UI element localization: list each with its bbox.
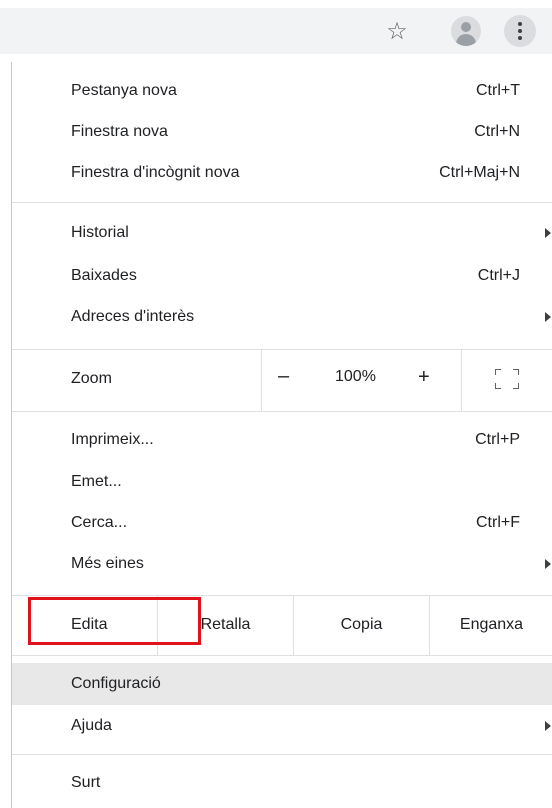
star-icon[interactable]: ☆ xyxy=(380,14,414,48)
menu-item-exit[interactable]: Surt xyxy=(12,762,552,804)
menu-item-settings[interactable]: Configuració xyxy=(12,663,552,705)
menu-separator xyxy=(12,655,552,656)
zoom-divider xyxy=(461,349,462,411)
zoom-divider xyxy=(261,349,262,411)
menu-item-find[interactable]: Cerca... Ctrl+F xyxy=(12,502,552,544)
cut-button[interactable]: Retalla xyxy=(158,595,293,655)
menu-separator xyxy=(12,202,552,203)
menu-item-incognito[interactable]: Finestra d'incògnit nova Ctrl+Maj+N xyxy=(12,152,552,194)
menu-item-shortcut: Ctrl+J xyxy=(477,267,520,284)
browser-toolbar: ☆ xyxy=(0,0,552,62)
edit-label: Edita xyxy=(71,616,108,633)
submenu-arrow-icon xyxy=(545,559,551,569)
menu-item-downloads[interactable]: Baixades Ctrl+J xyxy=(12,255,552,297)
menu-item-label: Finestra d'incògnit nova xyxy=(71,164,240,181)
menu-item-print[interactable]: Imprimeix... Ctrl+P xyxy=(12,419,552,461)
menu-item-label: Emet... xyxy=(71,473,122,490)
menu-item-new-window[interactable]: Finestra nova Ctrl+N xyxy=(12,111,552,153)
submenu-arrow-icon xyxy=(545,312,551,322)
fullscreen-icon[interactable] xyxy=(495,369,519,389)
menu-item-shortcut: Ctrl+F xyxy=(476,514,520,531)
zoom-out-button[interactable]: – xyxy=(278,365,289,388)
submenu-arrow-icon xyxy=(545,228,551,238)
menu-item-history[interactable]: Historial xyxy=(12,212,552,254)
menu-item-bookmarks[interactable]: Adreces d'interès xyxy=(12,296,552,338)
menu-item-label: Baixades xyxy=(71,267,137,284)
menu-separator xyxy=(12,754,552,755)
menu-item-label: Imprimeix... xyxy=(71,431,154,448)
menu-item-new-tab[interactable]: Pestanya nova Ctrl+T xyxy=(12,70,552,112)
submenu-arrow-icon xyxy=(545,721,551,731)
paste-button[interactable]: Enganxa xyxy=(430,595,552,655)
menu-item-shortcut: Ctrl+P xyxy=(475,431,520,448)
menu-item-label: Historial xyxy=(71,224,129,241)
menu-item-shortcut: Ctrl+Maj+N xyxy=(439,164,520,181)
menu-item-label: Surt xyxy=(71,774,101,791)
menu-item-cast[interactable]: Emet... xyxy=(12,461,552,503)
chrome-main-menu: Pestanya nova Ctrl+T Finestra nova Ctrl+… xyxy=(11,62,552,808)
menu-item-label: Ajuda xyxy=(71,717,112,734)
menu-item-label: Finestra nova xyxy=(71,123,168,140)
menu-separator xyxy=(12,411,552,412)
avatar-icon[interactable] xyxy=(451,16,481,46)
copy-button[interactable]: Copia xyxy=(294,595,429,655)
menu-item-label: Pestanya nova xyxy=(71,82,177,99)
menu-item-label: Adreces d'interès xyxy=(71,308,195,325)
zoom-label: Zoom xyxy=(71,370,112,387)
edit-row: Edita Retalla Copia Enganxa xyxy=(12,595,552,655)
menu-item-shortcut: Ctrl+T xyxy=(476,82,520,99)
menu-item-shortcut: Ctrl+N xyxy=(474,123,520,140)
menu-item-label: Configuració xyxy=(71,675,161,692)
zoom-level: 100% xyxy=(335,368,376,385)
three-dot-menu-icon[interactable] xyxy=(504,15,536,47)
menu-item-more-tools[interactable]: Més eines xyxy=(12,543,552,585)
zoom-row: Zoom – 100% + xyxy=(12,349,552,411)
menu-item-help[interactable]: Ajuda xyxy=(12,705,552,747)
menu-item-label: Més eines xyxy=(71,555,144,572)
menu-item-label: Cerca... xyxy=(71,514,128,531)
zoom-in-button[interactable]: + xyxy=(418,366,430,389)
